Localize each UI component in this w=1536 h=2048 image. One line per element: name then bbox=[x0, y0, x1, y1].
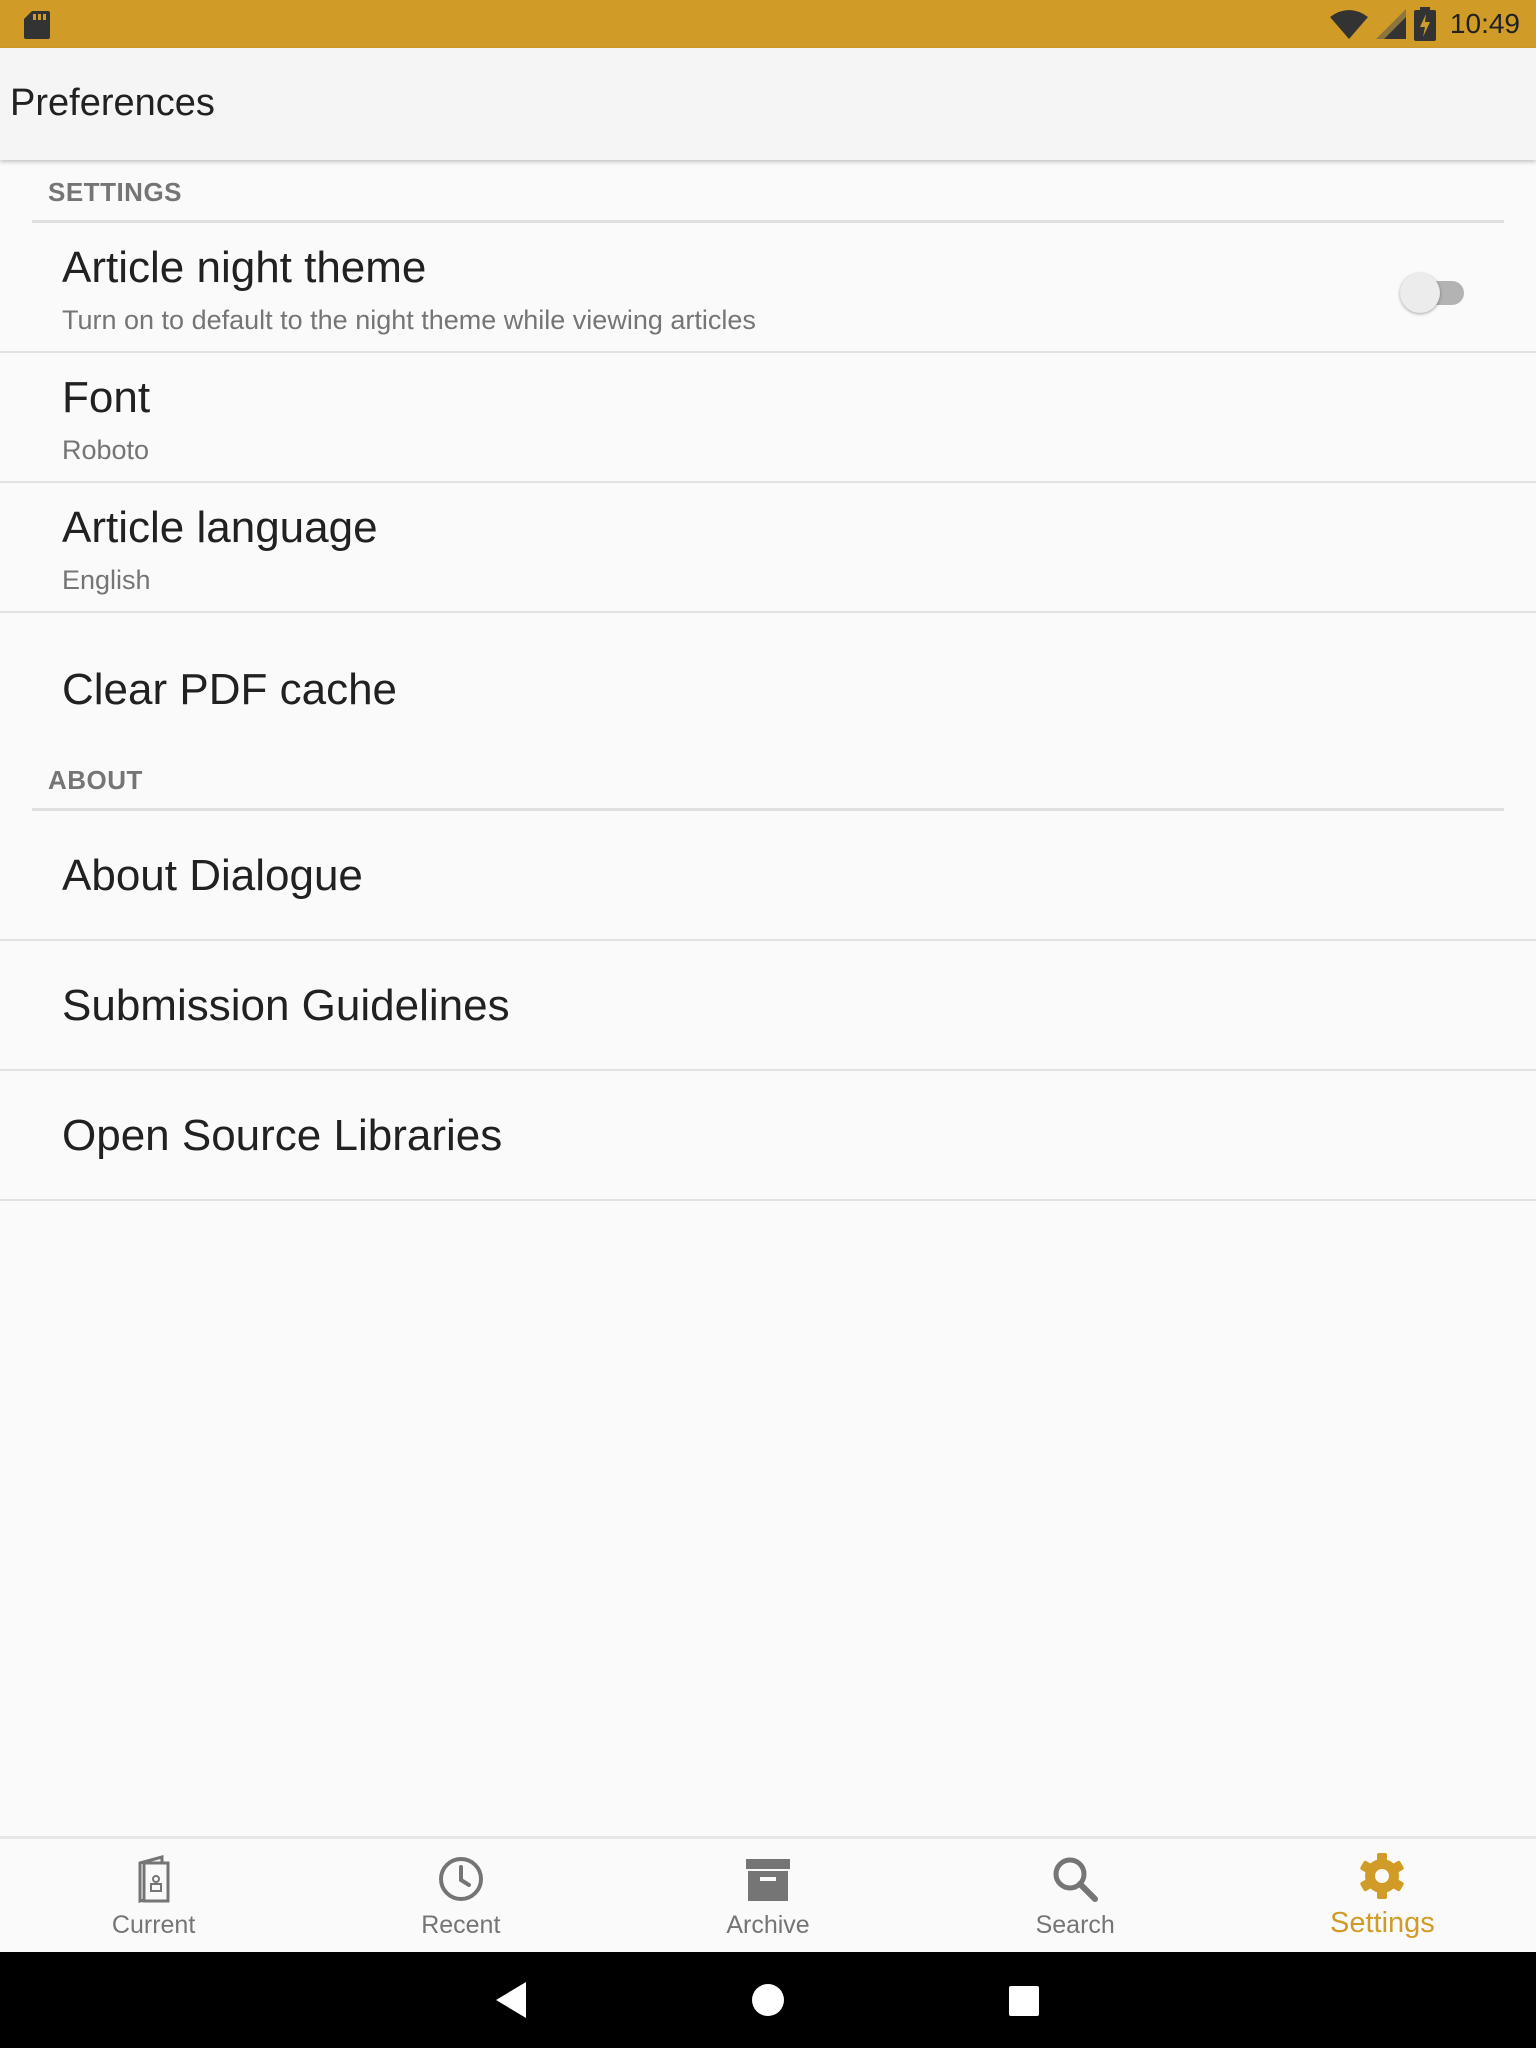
nav-label: Settings bbox=[1330, 1907, 1435, 1939]
search-icon bbox=[1053, 1857, 1099, 1902]
home-icon[interactable] bbox=[752, 1984, 784, 2016]
nav-item-search[interactable]: Search bbox=[922, 1839, 1229, 1952]
pref-about-dialogue[interactable]: About Dialogue bbox=[0, 811, 1536, 941]
pref-font[interactable]: Font Roboto bbox=[0, 353, 1536, 483]
pref-article-language[interactable]: Article language English bbox=[0, 483, 1536, 613]
nav-label: Current bbox=[111, 1911, 196, 1939]
pref-title: Article night theme bbox=[62, 243, 427, 292]
status-bar: 10:49 bbox=[0, 0, 1536, 48]
night-theme-toggle[interactable] bbox=[1400, 271, 1464, 313]
clock-time: 10:49 bbox=[1449, 8, 1520, 39]
sd-card-icon bbox=[24, 11, 50, 39]
pref-title: Clear PDF cache bbox=[62, 665, 398, 714]
nav-item-archive[interactable]: Archive bbox=[614, 1839, 921, 1952]
pref-article-night-theme[interactable]: Article night theme Turn on to default t… bbox=[0, 223, 1536, 353]
section-header-settings: SETTINGS bbox=[32, 160, 1504, 223]
pref-subtitle: English bbox=[62, 565, 151, 595]
bottom-navigation: Current Recent Archive Search Settings bbox=[0, 1836, 1536, 1952]
nav-item-settings[interactable]: Settings bbox=[1229, 1839, 1536, 1952]
nav-item-recent[interactable]: Recent bbox=[307, 1839, 614, 1952]
pref-subtitle: Turn on to default to the night theme wh… bbox=[62, 305, 756, 335]
pref-clear-pdf-cache[interactable]: Clear PDF cache bbox=[0, 613, 1536, 748]
wifi-icon bbox=[1329, 10, 1368, 39]
nav-item-current[interactable]: Current bbox=[0, 1839, 307, 1952]
back-icon[interactable] bbox=[496, 1982, 528, 2018]
pref-open-source-libraries[interactable]: Open Source Libraries bbox=[0, 1071, 1536, 1201]
section-header-label: SETTINGS bbox=[48, 177, 183, 207]
nav-label: Archive bbox=[726, 1911, 810, 1939]
recents-icon[interactable] bbox=[1009, 1986, 1039, 2016]
preferences-list: SETTINGS Article night theme Turn on to … bbox=[0, 160, 1536, 1201]
nav-label: Search bbox=[1035, 1911, 1115, 1939]
page-title: Preferences bbox=[10, 82, 215, 124]
newspaper-icon bbox=[138, 1855, 170, 1903]
app-bar: Preferences bbox=[0, 48, 1536, 160]
pref-subtitle: Roboto bbox=[62, 435, 150, 465]
nav-label: Recent bbox=[421, 1911, 501, 1939]
pref-title: Open Source Libraries bbox=[62, 1111, 503, 1160]
section-header-about: ABOUT bbox=[32, 748, 1504, 811]
toggle-thumb bbox=[1400, 273, 1440, 313]
archive-box-icon bbox=[746, 1859, 790, 1901]
pref-title: Font bbox=[62, 373, 151, 422]
pref-submission-guidelines[interactable]: Submission Guidelines bbox=[0, 941, 1536, 1071]
clock-icon bbox=[438, 1857, 483, 1901]
cellular-signal-icon bbox=[1375, 9, 1406, 39]
system-navigation-bar bbox=[0, 1952, 1536, 2048]
gear-icon bbox=[1360, 1853, 1405, 1899]
pref-title: Article language bbox=[62, 503, 378, 552]
battery-charging-icon bbox=[1413, 7, 1436, 41]
pref-title: Submission Guidelines bbox=[62, 981, 510, 1030]
pref-title: About Dialogue bbox=[62, 851, 363, 900]
section-header-label: ABOUT bbox=[48, 765, 143, 795]
